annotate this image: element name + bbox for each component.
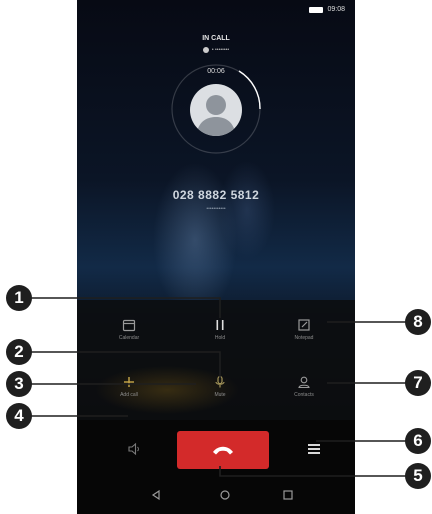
notepad-button[interactable]: Notepad bbox=[274, 318, 334, 341]
contacts-label: Contacts bbox=[294, 392, 314, 398]
speaker-icon bbox=[128, 442, 139, 456]
add-call-button[interactable]: Add call bbox=[99, 375, 159, 398]
recents-icon bbox=[283, 490, 293, 500]
person-icon bbox=[196, 95, 236, 136]
call-status: IN CALL bbox=[202, 35, 230, 42]
plus-icon bbox=[124, 377, 134, 387]
callout-1: 1 bbox=[6, 285, 32, 311]
mute-label: Mute bbox=[214, 392, 226, 398]
hang-up-icon bbox=[213, 446, 233, 455]
callout-5: 5 bbox=[405, 463, 431, 489]
nav-back-button[interactable] bbox=[150, 488, 162, 506]
phone-number: 028 8882 5812 bbox=[172, 188, 260, 202]
caller-location: ••••••••••• bbox=[206, 206, 226, 212]
dialpad-icon bbox=[308, 444, 320, 454]
sim-label: • •••••••• bbox=[211, 47, 230, 53]
battery-icon bbox=[309, 6, 324, 13]
home-icon bbox=[220, 490, 230, 500]
hold-button[interactable]: Hold bbox=[190, 318, 250, 341]
status-time: 09:08 bbox=[327, 6, 345, 13]
callout-8: 8 bbox=[405, 309, 431, 335]
nav-home-button[interactable] bbox=[219, 488, 231, 506]
callout-7: 7 bbox=[405, 370, 431, 396]
contacts-icon bbox=[298, 376, 310, 389]
status-bar: 09:08 bbox=[309, 6, 345, 13]
notepad-icon bbox=[298, 319, 310, 331]
callout-3: 3 bbox=[6, 371, 32, 397]
sim-icon bbox=[202, 47, 209, 53]
notepad-label: Notepad bbox=[294, 335, 314, 341]
pause-icon bbox=[216, 320, 224, 330]
calendar-icon bbox=[122, 319, 136, 332]
contacts-button[interactable]: Contacts bbox=[274, 375, 334, 398]
callout-4: 4 bbox=[6, 403, 32, 429]
phone-screen: 09:08 IN CALL • •••••••• 00:06 028 8882 … bbox=[77, 0, 355, 514]
mute-button[interactable]: Mute bbox=[190, 375, 250, 398]
calendar-button[interactable]: Calendar bbox=[99, 318, 159, 341]
calendar-label: Calendar bbox=[118, 335, 140, 341]
dialpad-button[interactable] bbox=[307, 442, 321, 461]
microphone-icon bbox=[215, 375, 225, 388]
speaker-button[interactable] bbox=[127, 442, 141, 461]
hold-label: Hold bbox=[214, 335, 226, 341]
back-icon bbox=[151, 489, 160, 501]
callout-6: 6 bbox=[405, 428, 431, 454]
add-call-label: Add call bbox=[120, 392, 138, 398]
callout-2: 2 bbox=[6, 339, 32, 365]
call-duration: 00:06 bbox=[207, 68, 225, 75]
nav-recents-button[interactable] bbox=[282, 488, 294, 506]
end-call-button[interactable] bbox=[177, 431, 269, 469]
sim-indicator: • •••••••• bbox=[77, 47, 355, 53]
contact-avatar bbox=[190, 84, 242, 136]
